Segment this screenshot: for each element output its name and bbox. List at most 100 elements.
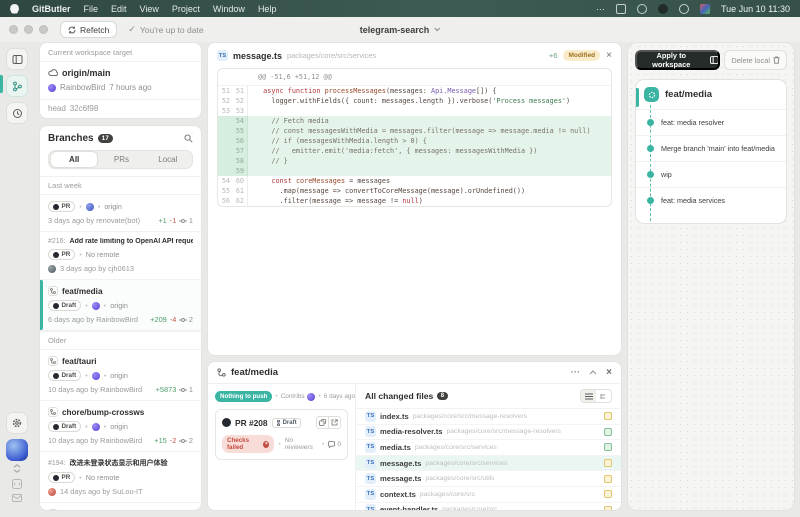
collapse-panel-icon[interactable] [589, 370, 597, 375]
menu-item-gitbutler[interactable]: GitButler [32, 4, 71, 14]
pr-card[interactable]: PR #208 Draft Checks failed × • No revie… [215, 409, 348, 460]
minimize-window-button[interactable] [24, 25, 33, 34]
history-rail-button[interactable] [6, 102, 28, 124]
workspace-rail-button[interactable] [6, 48, 28, 70]
file-row[interactable]: TS context.ts packages/core/src [356, 487, 621, 503]
menu-bar-clock[interactable]: Tue Jun 10 11:30 [721, 4, 790, 14]
tree-view-button[interactable] [596, 390, 611, 402]
apply-to-workspace-button[interactable]: Apply to workspace [635, 50, 721, 70]
account-status-icon[interactable] [678, 3, 689, 14]
branch-type-icon [48, 407, 58, 417]
target-branch-row[interactable]: origin/main [40, 62, 201, 80]
diff-line-added[interactable]: 58 // } [218, 156, 611, 166]
menu-item-file[interactable]: File [84, 4, 99, 14]
stashed-branch-header[interactable]: feat/media [636, 80, 786, 109]
tab-local[interactable]: Local [145, 152, 191, 167]
menu-item-project[interactable]: Project [172, 4, 200, 14]
files-count-badge: 8 [437, 392, 448, 400]
branch-list-item[interactable]: feat/tauri Draft • • origin 10 days ago b… [40, 350, 201, 401]
editor-shortcut-button[interactable] [12, 479, 22, 489]
commit-row[interactable]: feat: media resolver [636, 109, 786, 135]
menu-item-view[interactable]: View [140, 4, 159, 14]
close-diff-button[interactable]: × [606, 50, 612, 61]
branches-icon [12, 81, 22, 91]
commit-icon [179, 387, 188, 392]
branch-list: Last week PR • • origin 3 days ago by ren… [40, 176, 201, 510]
refetch-button[interactable]: Refetch [60, 21, 118, 38]
diff-line[interactable]: 52 52 logger.withFields({ count: messages… [218, 96, 611, 106]
close-panel-button[interactable]: × [606, 367, 612, 378]
more-status-icon[interactable]: ··· [596, 4, 605, 14]
commit-message: feat: media resolver [661, 118, 725, 127]
zoom-window-button[interactable] [39, 25, 48, 34]
diff-line-added[interactable]: 55 // const messagesWithMedia = messages… [218, 126, 611, 136]
file-row[interactable]: TS index.ts packages/core/src/message-reso… [356, 409, 621, 425]
branch-list-item[interactable]: #194: 改进未登录状态显示和用户体验 PR • No remote 14 day… [40, 452, 201, 503]
changed-files-list: TS index.ts packages/core/src/message-reso… [356, 409, 621, 510]
draft-badge: Draft [48, 421, 82, 432]
avatar [91, 301, 100, 310]
tab-all[interactable]: All [50, 151, 99, 168]
typescript-file-icon: TS [365, 441, 376, 453]
apply-label: Apply to workspace [652, 51, 691, 69]
commit-row[interactable]: wip [636, 161, 786, 187]
diff-line-added[interactable]: 54 // Fetch media [218, 116, 611, 126]
apple-logo-icon[interactable] [10, 3, 19, 14]
file-row[interactable]: TS media.ts packages/core/src/services [356, 440, 621, 456]
commit-row[interactable]: feat: media services [636, 187, 786, 213]
pr-badge: PR [48, 472, 76, 483]
diff-line[interactable]: 51 51 async function processMessages(mess… [218, 86, 611, 96]
file-row[interactable]: TS message.ts packages/core/src/utils [356, 471, 621, 487]
search-branches-button[interactable] [184, 134, 193, 143]
feedback-button[interactable] [12, 494, 22, 502]
diff-line-added[interactable]: 56 // if (messagesWithMedia.length > 0) … [218, 136, 611, 146]
draft-chip: Draft [271, 417, 301, 428]
checks-failed-pill[interactable]: Checks failed × [222, 435, 275, 453]
stashed-branch-card: feat/media feat: media resolver Merge br… [635, 79, 787, 224]
commit-row[interactable]: Merge branch 'main' into feat/media [636, 135, 786, 161]
draft-branch-icon [644, 87, 659, 102]
screen-mirror-icon[interactable] [615, 3, 626, 14]
collapse-rail-button[interactable] [13, 464, 21, 473]
branch-list-item[interactable]: chore/bump-crossws Draft • • origin 10 da… [40, 401, 201, 452]
menu-item-help[interactable]: Help [258, 4, 277, 14]
head-sha[interactable]: 32c6f98 [70, 104, 98, 113]
diff-line[interactable]: 55 61 .map(message => convertToCoreMessag… [218, 186, 611, 196]
status-app-icon[interactable] [636, 3, 647, 14]
commit-dot-icon [647, 145, 654, 152]
chevron-up-down-icon [13, 464, 21, 473]
raycast-icon[interactable] [657, 3, 668, 14]
input-source-icon[interactable] [699, 3, 710, 14]
diff-line[interactable]: 54 60 const coreMessages = messages [218, 176, 611, 186]
branch-list-item[interactable]: #216: Add rate limiting to OpenAI API req… [40, 232, 201, 280]
tab-prs[interactable]: PRs [98, 152, 144, 167]
modified-status-icon [604, 412, 612, 421]
contribs-label: Contribs [280, 393, 305, 400]
diff-line-added[interactable]: 59 [218, 166, 611, 176]
menu-item-window[interactable]: Window [213, 4, 245, 14]
file-row[interactable]: TS media-resolver.ts packages/core/src/mes… [356, 425, 621, 441]
open-pr-external-button[interactable] [328, 416, 341, 429]
file-row[interactable]: TS event-handler.ts packages/core/src [356, 503, 621, 510]
diff-line-added[interactable]: 57 // emitter.emit('media:fetch', { mess… [218, 146, 611, 156]
project-switcher[interactable]: telegram-search [360, 25, 441, 35]
close-window-button[interactable] [9, 25, 18, 34]
list-view-button[interactable] [581, 390, 596, 402]
branch-list-item-selected[interactable]: feat/media Draft • • origin 6 days ago by… [40, 280, 201, 331]
avatar [48, 264, 56, 273]
branch-list-item[interactable]: dev/docs •origin a mo ago by RainbowBird… [40, 503, 201, 510]
workspace-target-card: Current workspace target origin/main Rai… [39, 42, 202, 119]
user-avatar[interactable] [6, 439, 28, 461]
diff-line[interactable]: 53 53 [218, 106, 611, 116]
file-row-selected[interactable]: TS message.ts packages/core/src/services [356, 455, 621, 472]
diff-line[interactable]: 56 62 .filter(message => message != null) [218, 196, 611, 206]
menu-item-edit[interactable]: Edit [111, 4, 127, 14]
delete-local-button[interactable]: Delete local [724, 50, 787, 70]
panel-more-button[interactable]: ··· [571, 367, 581, 378]
settings-rail-button[interactable] [6, 412, 28, 434]
typescript-file-icon: TS [365, 457, 376, 469]
branches-rail-button[interactable] [6, 75, 28, 97]
remote-label: No remote [85, 250, 120, 259]
branch-list-item[interactable]: PR • • origin 3 days ago by renovate(bot)… [40, 195, 201, 232]
unapplied-branch-panel: Apply to workspace Delete local feat/med… [627, 42, 795, 511]
